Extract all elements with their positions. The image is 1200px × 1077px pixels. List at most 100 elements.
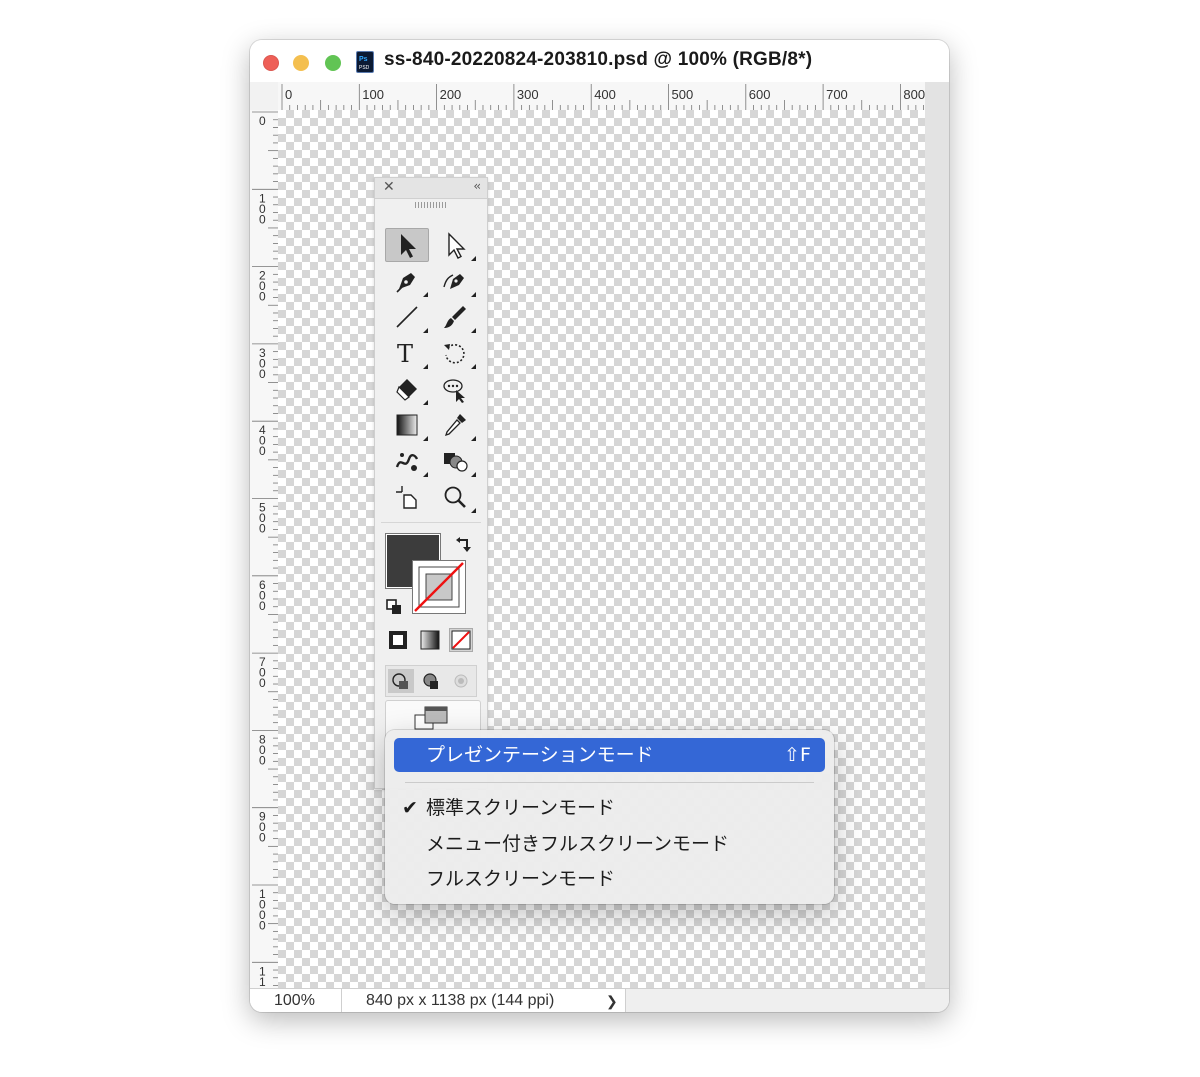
color-mode-button[interactable] — [386, 628, 410, 652]
black-arrow-icon — [401, 234, 416, 258]
curvature-tool[interactable] — [433, 264, 477, 298]
svg-text:PSD: PSD — [359, 65, 370, 71]
svg-text:Ps: Ps — [359, 56, 368, 63]
toolbox-divider — [381, 522, 481, 523]
shape-builder-icon — [444, 453, 468, 472]
ruler-label: 800 — [903, 87, 925, 102]
zoom-level-field[interactable]: 100% — [250, 989, 342, 1012]
menu-separator — [405, 782, 814, 783]
draw-behind-icon — [423, 673, 438, 689]
ruler-label: 0 — [259, 444, 266, 458]
magnifier-icon — [444, 486, 466, 508]
status-bar: 100% 840 px x 1138 px (144 ppi) ❯ — [250, 988, 949, 1012]
ruler-label: 0 — [259, 599, 266, 613]
eyedropper-icon — [444, 414, 466, 437]
shape-builder-tool[interactable] — [433, 444, 477, 478]
collapse-icon[interactable]: ‹‹ — [473, 179, 480, 193]
drawing-modes — [385, 665, 477, 697]
ruler-label: 0 — [259, 114, 266, 128]
line-tool[interactable] — [385, 300, 429, 334]
drag-grip[interactable] — [415, 202, 447, 208]
curvature-pen-icon — [443, 274, 464, 289]
minimize-window-button[interactable] — [293, 55, 309, 71]
eyedropper-tool[interactable] — [433, 408, 477, 442]
ruler-origin[interactable] — [250, 82, 279, 111]
none-mode-button[interactable] — [449, 628, 473, 652]
draw-inside-button[interactable] — [448, 669, 474, 693]
solid-color-icon — [389, 631, 407, 649]
ruler-label: 700 — [826, 87, 848, 102]
swap-fill-stroke-icon[interactable] — [455, 536, 473, 554]
selection-tool[interactable] — [385, 228, 429, 262]
ruler-label: 0 — [259, 831, 266, 845]
menu-item-full-screen-with-menu[interactable]: メニュー付きフルスクリーンモード — [394, 827, 825, 861]
stroke-color-swatch[interactable] — [413, 561, 465, 613]
ruler-label: 200 — [440, 87, 462, 102]
gradient-tool[interactable] — [385, 408, 429, 442]
menu-item-label: フルスクリーンモード — [426, 868, 616, 890]
ruler-label: 0 — [259, 522, 266, 536]
shortcut-label: ⇧F — [784, 744, 811, 766]
ruler-label: 0 — [259, 753, 266, 767]
vertical-ruler-ticks: 0100200300400500600700800900100011 — [252, 111, 278, 989]
ruler-label: 500 — [672, 87, 694, 102]
white-arrow-icon — [448, 232, 466, 259]
menu-item-label: メニュー付きフルスクリーンモード — [426, 833, 730, 855]
pen-icon — [396, 273, 415, 293]
paintbrush-tool[interactable] — [433, 300, 477, 334]
rotate-icon — [444, 343, 465, 364]
menu-item-presentation-mode[interactable]: プレゼンテーションモード ⇧F — [394, 738, 825, 772]
type-tool[interactable]: T — [385, 336, 429, 370]
ruler-label: 0 — [259, 290, 266, 304]
menu-item-full-screen-mode[interactable]: フルスクリーンモード — [394, 862, 825, 896]
type-icon: T — [397, 340, 413, 367]
gradient-fill-icon — [420, 630, 440, 650]
ruler-label: 300 — [517, 87, 539, 102]
paintbrush-icon — [444, 306, 466, 328]
ruler-label: 0 — [259, 367, 266, 381]
ruler-label: 400 — [594, 87, 616, 102]
draw-behind-button[interactable] — [418, 669, 444, 693]
pen-tool[interactable] — [385, 264, 429, 298]
gradient-icon — [396, 414, 418, 436]
horizontal-ruler[interactable]: 0 100 200 300 400 500 600 700 800 — [278, 82, 925, 111]
line-segment-icon — [396, 306, 418, 328]
ruler-label: 1 — [259, 975, 266, 988]
default-fill-stroke-icon[interactable] — [386, 599, 402, 615]
ruler-label: 0 — [259, 919, 266, 933]
psd-file-icon: Ps PSD — [356, 51, 374, 73]
close-icon[interactable]: ✕ — [383, 179, 395, 195]
zoom-tool[interactable] — [433, 480, 477, 514]
vertical-scrollbar[interactable] — [925, 82, 949, 988]
ruler-label: 0 — [259, 676, 266, 690]
close-window-button[interactable] — [263, 55, 279, 71]
horizontal-ruler-ticks: 0 100 200 300 400 500 600 700 800 — [281, 84, 925, 110]
gradient-mode-button[interactable] — [418, 628, 442, 652]
ruler-label: 0 — [259, 212, 266, 226]
menu-item-label: 標準スクリーンモード — [426, 797, 616, 819]
ruler-label: 0 — [285, 87, 292, 102]
puppet-warp-icon — [443, 379, 465, 403]
artboard-icon — [396, 486, 417, 509]
symbol-sprayer-tool[interactable] — [385, 444, 429, 478]
draw-normal-button[interactable] — [388, 669, 414, 693]
document-info: 840 px x 1138 px (144 ppi) — [342, 989, 626, 1012]
eraser-tool[interactable] — [385, 372, 429, 406]
window-title: ss-840-20220824-203810.psd @ 100% (RGB/8… — [384, 49, 813, 70]
puppet-warp-tool[interactable] — [433, 372, 477, 406]
menu-item-standard-screen-mode[interactable]: ✔ 標準スクリーンモード — [394, 791, 825, 825]
screen-mode-menu: プレゼンテーションモード ⇧F ✔ 標準スクリーンモード メニュー付きフルスクリ… — [385, 730, 834, 904]
toolbox-panel: ✕ ‹‹ T — [374, 177, 488, 789]
toolbox-header[interactable]: ✕ ‹‹ — [375, 178, 487, 199]
draw-normal-icon — [392, 673, 408, 689]
svg-text:T: T — [397, 340, 413, 367]
artboard-tool[interactable] — [385, 480, 429, 514]
none-color-icon — [451, 630, 471, 650]
vertical-ruler[interactable]: 0100200300400500600700800900100011 — [250, 110, 279, 989]
status-menu-arrow-icon[interactable]: ❯ — [606, 989, 618, 1012]
menu-item-label: プレゼンテーションモード — [426, 744, 654, 766]
zoom-window-button[interactable] — [325, 55, 341, 71]
rotate-tool[interactable] — [433, 336, 477, 370]
direct-selection-tool[interactable] — [433, 228, 477, 262]
title-bar[interactable]: Ps PSD ss-840-20220824-203810.psd @ 100%… — [250, 40, 949, 82]
